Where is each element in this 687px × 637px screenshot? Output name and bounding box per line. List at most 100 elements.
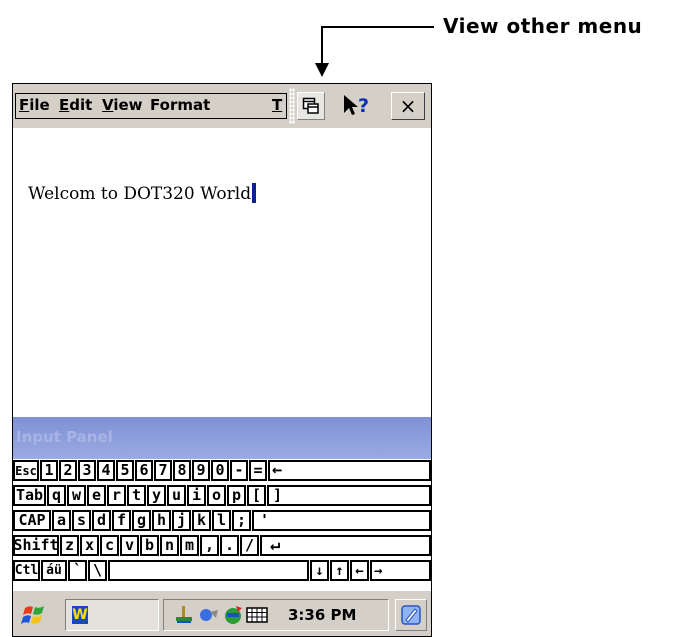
key-period[interactable]: . <box>220 535 239 556</box>
key-p[interactable]: p <box>227 485 246 506</box>
key-semicolon[interactable]: ; <box>232 510 251 531</box>
system-tray: 3:36 PM <box>163 599 389 631</box>
key-right-bracket[interactable]: ] <box>267 485 431 506</box>
toolbar-grip[interactable] <box>289 88 295 124</box>
network-icon[interactable] <box>174 604 196 626</box>
key-q[interactable]: q <box>47 485 66 506</box>
key-e[interactable]: e <box>87 485 106 506</box>
key-o[interactable]: o <box>207 485 226 506</box>
key-c[interactable]: c <box>100 535 119 556</box>
key-slash[interactable]: / <box>240 535 259 556</box>
key-u[interactable]: u <box>167 485 186 506</box>
start-button[interactable] <box>15 599 55 631</box>
help-pointer-icon: ? <box>344 95 369 117</box>
menu-format[interactable]: Format <box>150 96 210 114</box>
key-z[interactable]: z <box>60 535 79 556</box>
text-caret <box>252 183 257 203</box>
menu-edit[interactable]: Edit <box>59 96 92 114</box>
menu-window-icon <box>302 97 319 114</box>
key-k[interactable]: k <box>192 510 211 531</box>
key-apostrophe[interactable]: ' <box>252 510 431 531</box>
key-right[interactable]: → <box>370 560 431 581</box>
key-9[interactable]: 9 <box>192 460 210 481</box>
callout-arrow-stem <box>321 26 323 66</box>
key-minus[interactable]: - <box>230 460 248 481</box>
key-down[interactable]: ↓ <box>310 560 329 581</box>
key-esc[interactable]: Esc <box>13 460 39 481</box>
callout-arrow-head <box>315 63 329 77</box>
input-panel-icon <box>401 605 421 625</box>
key-equals[interactable]: = <box>249 460 267 481</box>
document-text-line[interactable]: Welcom to DOT320 World <box>28 183 257 204</box>
key-l[interactable]: l <box>212 510 231 531</box>
menu-view[interactable]: View <box>102 96 143 114</box>
menu-file[interactable]: File <box>19 96 50 114</box>
taskbar: W 3:36 PM <box>13 590 431 636</box>
document-text: Welcom to DOT320 World <box>28 184 252 204</box>
key-backtick[interactable]: ` <box>68 560 87 581</box>
view-other-menu-button[interactable] <box>297 92 325 120</box>
key-i[interactable]: i <box>187 485 206 506</box>
key-backslash[interactable]: \ <box>88 560 107 581</box>
key-3[interactable]: 3 <box>78 460 96 481</box>
svg-text:?: ? <box>358 95 369 117</box>
key-0[interactable]: 0 <box>211 460 229 481</box>
key-j[interactable]: j <box>172 510 191 531</box>
key-y[interactable]: y <box>147 485 166 506</box>
keyboard-icon[interactable] <box>246 607 268 623</box>
close-icon: × <box>399 94 417 118</box>
key-8[interactable]: 8 <box>173 460 191 481</box>
callout-arrow-line <box>322 26 434 28</box>
key-5[interactable]: 5 <box>116 460 134 481</box>
menu-area: File Edit View Format T <box>15 93 287 119</box>
key-6[interactable]: 6 <box>135 460 153 481</box>
key-x[interactable]: x <box>80 535 99 556</box>
key-enter[interactable]: ↵ <box>260 535 431 556</box>
taskbar-active-app[interactable]: W <box>65 599 159 631</box>
key-s[interactable]: s <box>72 510 91 531</box>
key-left-bracket[interactable]: [ <box>247 485 266 506</box>
connectivity-icon[interactable] <box>222 604 244 626</box>
key-7[interactable]: 7 <box>154 460 172 481</box>
key-b[interactable]: b <box>140 535 159 556</box>
key-comma[interactable]: , <box>200 535 219 556</box>
document-area[interactable]: Welcom to DOT320 World <box>13 128 431 417</box>
device-screen: File Edit View Format T ? × We l c o m to DO… <box>12 83 432 637</box>
key-v[interactable]: v <box>120 535 139 556</box>
sync-icon[interactable] <box>198 604 220 626</box>
key-d[interactable]: d <box>92 510 111 531</box>
key-ctrl[interactable]: Ctl <box>13 560 40 581</box>
wordpad-icon: W <box>72 606 88 624</box>
key-f[interactable]: f <box>112 510 131 531</box>
key-intl[interactable]: áü <box>41 560 67 581</box>
key-h[interactable]: h <box>152 510 171 531</box>
key-m[interactable]: m <box>180 535 199 556</box>
key-shift[interactable]: Shift <box>13 535 59 556</box>
input-panel-title-bar: Input Panel <box>13 417 431 459</box>
key-r[interactable]: r <box>107 485 126 506</box>
key-backspace[interactable]: ← <box>268 460 431 481</box>
close-button[interactable]: × <box>391 92 425 120</box>
soft-keyboard: Esc 1 2 3 4 5 6 7 8 9 0 - = ← Tab q w e … <box>13 459 431 587</box>
key-space[interactable] <box>108 560 309 581</box>
input-panel-toggle[interactable] <box>395 599 427 631</box>
help-button[interactable]: ? <box>340 92 378 120</box>
key-2[interactable]: 2 <box>59 460 77 481</box>
key-a[interactable]: a <box>52 510 71 531</box>
menu-bar: File Edit View Format T ? × <box>13 84 431 128</box>
key-left[interactable]: ← <box>350 560 369 581</box>
menu-tools-partial[interactable]: T <box>272 96 282 114</box>
key-w[interactable]: w <box>67 485 86 506</box>
key-tab[interactable]: Tab <box>13 485 46 506</box>
key-4[interactable]: 4 <box>97 460 115 481</box>
key-up[interactable]: ↑ <box>330 560 349 581</box>
key-g[interactable]: g <box>132 510 151 531</box>
key-n[interactable]: n <box>160 535 179 556</box>
key-caps[interactable]: CAP <box>13 510 51 531</box>
callout-label: View other menu <box>443 14 643 38</box>
key-1[interactable]: 1 <box>40 460 58 481</box>
clock[interactable]: 3:36 PM <box>288 606 356 624</box>
windows-flag-icon <box>21 606 44 624</box>
input-panel-title: Input Panel <box>16 428 113 446</box>
key-t[interactable]: t <box>127 485 146 506</box>
